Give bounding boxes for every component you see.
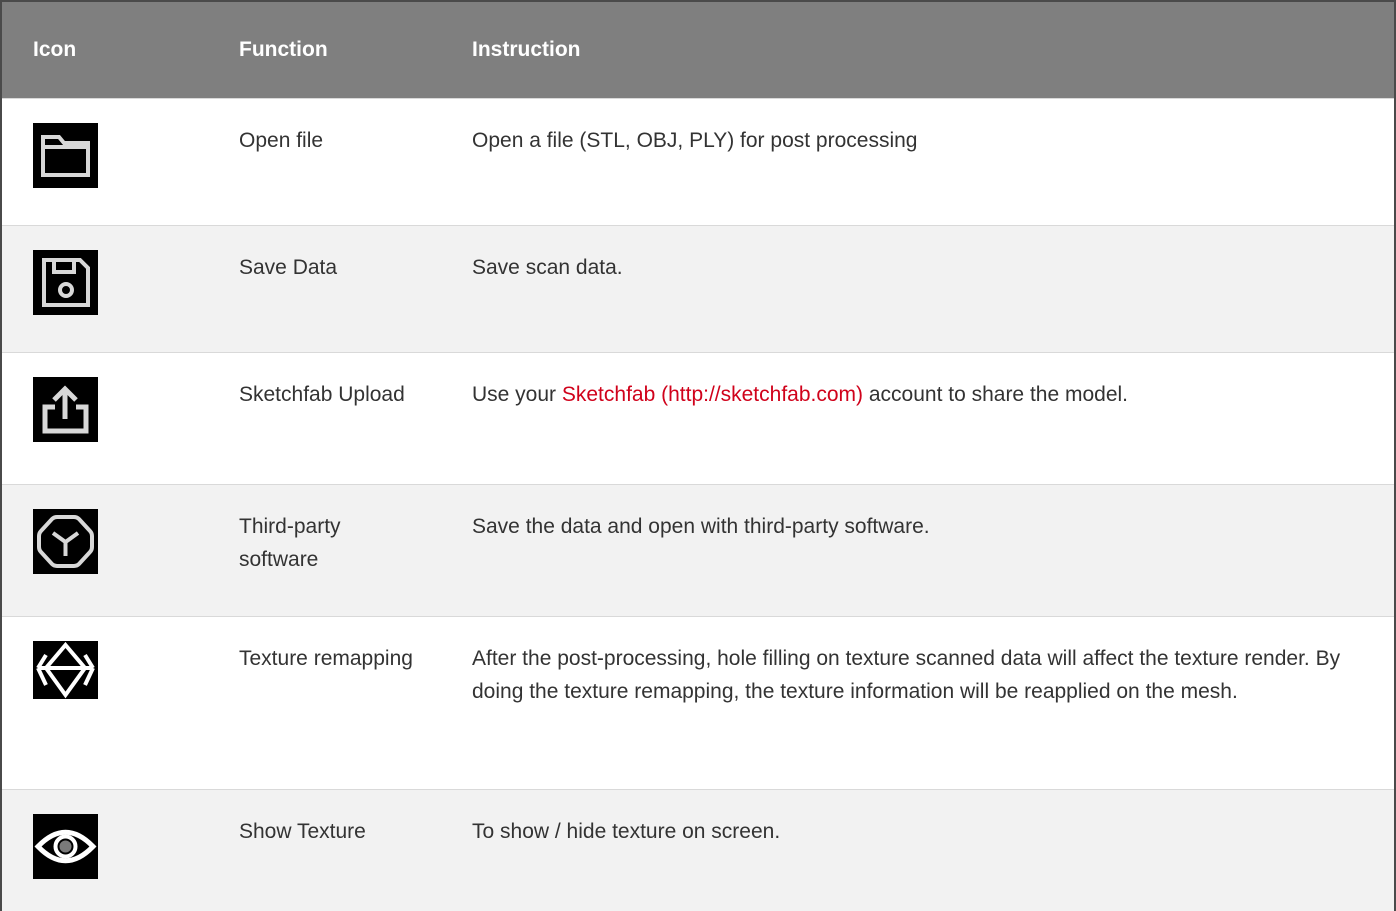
function-label: Sketchfab Upload	[239, 382, 405, 406]
function-label: Save Data	[239, 255, 338, 279]
header-function: Function	[239, 37, 328, 61]
instruction-text: After the post-processing, hole filling …	[472, 646, 1341, 703]
function-label: Show Texture	[239, 819, 366, 843]
instruction-text-before: Use your	[472, 382, 562, 406]
table-row: Open file Open a file (STL, OBJ, PLY) fo…	[2, 98, 1394, 225]
table-header-row: Icon Function Instruction	[2, 2, 1394, 98]
header-icon: Icon	[33, 37, 77, 61]
sketchfab-link[interactable]: Sketchfab (http://sketchfab.com)	[562, 383, 863, 406]
upload-icon[interactable]	[33, 376, 98, 442]
table-row: Save Data Save scan data.	[2, 225, 1394, 352]
instruction-text-after: account to share the model.	[863, 382, 1129, 406]
floppy-disk-icon[interactable]	[33, 249, 98, 315]
folder-icon[interactable]	[33, 122, 98, 188]
eye-icon[interactable]	[33, 813, 98, 879]
table-row: Third-party software Save the data and o…	[2, 484, 1394, 616]
instruction-text: Save scan data.	[472, 255, 623, 279]
header-instruction: Instruction	[472, 37, 581, 61]
table-row: Sketchfab Upload Use your Sketchfab (htt…	[2, 352, 1394, 484]
table-row: Texture remapping After the post-process…	[2, 616, 1394, 789]
instruction-text: Use your Sketchfab (http://sketchfab.com…	[441, 352, 1394, 484]
function-table: Icon Function Instruction Open file Open	[2, 2, 1394, 911]
function-label: Texture remapping	[239, 646, 413, 670]
document-frame: Icon Function Instruction Open file Open	[0, 0, 1396, 911]
texture-remap-icon[interactable]	[33, 640, 98, 699]
function-label: Third-party software	[239, 514, 341, 571]
cube-icon[interactable]	[33, 508, 98, 574]
instruction-text: Save the data and open with third-party …	[472, 514, 930, 538]
instruction-text: To show / hide texture on screen.	[472, 819, 781, 843]
function-label: Open file	[239, 128, 324, 152]
instruction-text: Open a file (STL, OBJ, PLY) for post pro…	[472, 128, 918, 152]
table-row: Show Texture To show / hide texture on s…	[2, 789, 1394, 911]
